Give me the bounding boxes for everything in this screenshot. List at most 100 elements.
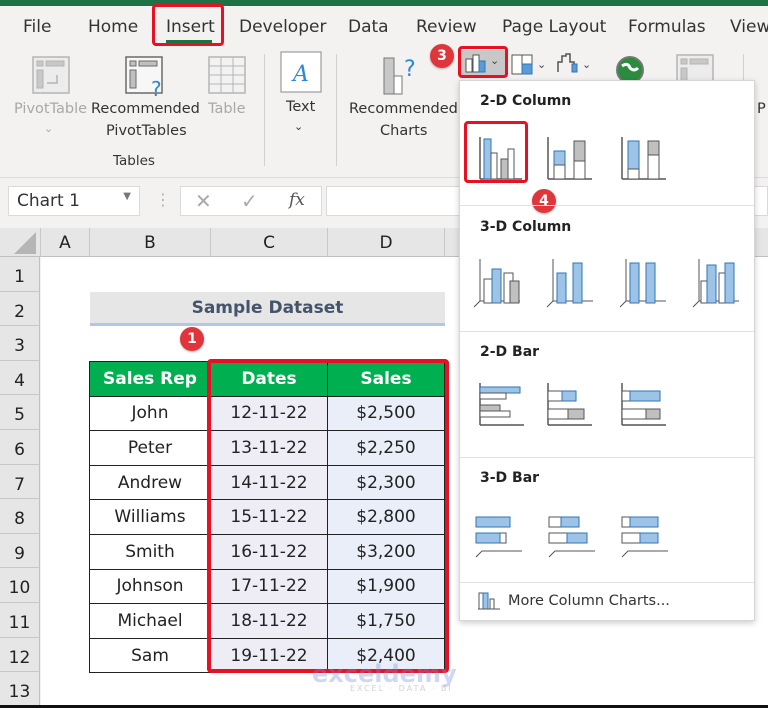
waterfall-chart-icon[interactable]: ⌄ xyxy=(556,52,596,76)
text-chevron-icon[interactable]: ⌄ xyxy=(294,116,303,138)
section-3d-bar: 3-D Bar xyxy=(480,470,540,486)
row-header-3[interactable]: 3 xyxy=(0,326,40,361)
icon-bar xyxy=(621,532,641,544)
recommended-pivottables-label-1[interactable]: Recommended xyxy=(91,98,200,120)
formula-bar-grip-icon[interactable]: ⋮ xyxy=(155,190,171,209)
tab-formulas[interactable]: Formulas xyxy=(628,17,706,37)
pivottable-chevron-icon[interactable]: ⌄ xyxy=(44,118,53,140)
recommended-pivottables-icon[interactable]: ? xyxy=(125,56,167,98)
3d-100-stacked-bar-icon[interactable] xyxy=(621,516,668,558)
icon-bar xyxy=(629,262,640,304)
step-badge-1: 1 xyxy=(180,327,204,351)
100-stacked-column-icon[interactable] xyxy=(620,137,670,183)
name-box-dropdown-icon[interactable]: ▼ xyxy=(123,191,131,202)
table-label[interactable]: Table xyxy=(208,98,246,120)
svg-text:A: A xyxy=(291,62,309,87)
row-header-5[interactable]: 5 xyxy=(0,395,40,430)
column-chart-dropdown: 2-D Column 4 3-D Column 2-D Bar 3-D Bar … xyxy=(459,80,755,621)
icon-bar xyxy=(621,516,631,528)
header-sales-rep[interactable]: Sales Rep xyxy=(89,361,211,397)
100-stacked-bar-icon[interactable] xyxy=(620,381,670,427)
3d-100-stacked-column-icon[interactable] xyxy=(619,259,666,308)
svg-text:?: ? xyxy=(404,57,416,82)
tab-home[interactable]: Home xyxy=(88,17,138,37)
recommended-charts-label-2[interactable]: Charts xyxy=(380,120,427,142)
tab-view[interactable]: View xyxy=(730,17,768,37)
row-header-1[interactable]: 1 xyxy=(0,257,40,292)
clustered-bar-icon[interactable] xyxy=(474,381,524,427)
3d-clustered-bar-icon[interactable] xyxy=(475,516,522,558)
row-header-10[interactable]: 10 xyxy=(0,568,40,603)
cancel-icon[interactable]: ✕ xyxy=(195,189,212,213)
icon-bar xyxy=(475,516,511,528)
name-box-value: Chart 1 xyxy=(17,191,80,211)
tab-developer[interactable]: Developer xyxy=(239,17,326,37)
tab-page-layout[interactable]: Page Layout xyxy=(502,17,606,37)
row-header-12[interactable]: 12 xyxy=(0,637,40,673)
icon-bar xyxy=(491,268,502,304)
pivottable-icon[interactable] xyxy=(32,56,70,94)
cell-sales-rep[interactable]: John xyxy=(89,395,211,432)
row-header-11[interactable]: 11 xyxy=(0,603,40,638)
tab-data[interactable]: Data xyxy=(348,17,389,37)
stacked-bar-icon[interactable] xyxy=(546,381,596,427)
text-icon[interactable]: A xyxy=(280,51,322,93)
cell-sales-rep[interactable]: Smith xyxy=(89,533,211,570)
row-header-2[interactable]: 2 xyxy=(0,291,40,327)
pivottable-label[interactable]: PivotTable xyxy=(14,98,87,120)
highlight-column-chart-button xyxy=(458,46,508,78)
cell-sales-rep[interactable]: Michael xyxy=(89,603,211,639)
row-header-7[interactable]: 7 xyxy=(0,464,40,500)
cell-sales-rep[interactable]: Peter xyxy=(89,430,211,466)
3d-stacked-bar-icon[interactable] xyxy=(548,516,595,558)
divider xyxy=(460,457,754,458)
svg-text:⌄: ⌄ xyxy=(582,58,591,71)
select-all-triangle-icon xyxy=(14,232,36,254)
recommended-pivottables-label-2[interactable]: PivotTables xyxy=(106,120,187,142)
3d-column-icon[interactable] xyxy=(692,259,739,308)
row-header-8[interactable]: 8 xyxy=(0,499,40,534)
partial-ribbon-label: P xyxy=(757,101,766,117)
stacked-column-icon[interactable] xyxy=(546,137,596,183)
cell-sales-rep[interactable]: Sam xyxy=(89,637,211,674)
column-header-c[interactable]: C xyxy=(211,228,328,257)
recommended-charts-icon[interactable]: ? xyxy=(382,54,426,96)
more-column-charts-link[interactable]: More Column Charts... xyxy=(508,593,670,609)
enter-check-icon[interactable]: ✓ xyxy=(241,189,258,213)
row-header-9[interactable]: 9 xyxy=(0,533,40,569)
recommended-charts-label-1[interactable]: Recommended xyxy=(349,98,458,120)
svg-text:?: ? xyxy=(151,77,162,98)
formula-buttons: ✕ ✓ fx xyxy=(180,186,322,216)
icon-bar xyxy=(509,280,520,304)
icon-bar xyxy=(475,532,501,544)
3d-clustered-column-icon[interactable] xyxy=(474,259,520,308)
row-header-4[interactable]: 4 xyxy=(0,360,40,396)
more-column-charts-icon xyxy=(478,592,500,610)
tab-review[interactable]: Review xyxy=(416,17,477,37)
name-box[interactable]: Chart 1 ▼ xyxy=(8,186,140,216)
section-3d-column: 3-D Column xyxy=(480,219,572,235)
cell-sales-rep[interactable]: Johnson xyxy=(89,568,211,605)
tab-file[interactable]: File xyxy=(23,17,51,37)
insert-function-icon[interactable]: fx xyxy=(289,190,305,210)
select-all-corner[interactable] xyxy=(0,228,41,257)
hierarchy-chart-icon[interactable]: ⌄ xyxy=(511,54,549,76)
row-header-6[interactable]: 6 xyxy=(0,430,40,465)
column-header-b[interactable]: B xyxy=(90,228,211,257)
column-header-a[interactable]: A xyxy=(41,228,90,257)
column-header-d[interactable]: D xyxy=(328,228,445,257)
ribbon-tabs: File Home Insert Developer Data Review P… xyxy=(0,6,768,46)
row-header-13[interactable]: 13 xyxy=(0,672,40,707)
cell-sales-rep[interactable]: Williams xyxy=(89,499,211,535)
cell-sales-rep[interactable]: Andrew xyxy=(89,464,211,501)
section-2d-column: 2-D Column xyxy=(480,93,572,109)
highlight-selected-range xyxy=(207,359,449,673)
section-2d-bar: 2-D Bar xyxy=(480,344,540,360)
dataset-title[interactable]: Sample Dataset xyxy=(90,292,445,326)
icon-bar xyxy=(572,262,583,304)
icon-bar xyxy=(645,262,656,304)
text-label[interactable]: Text xyxy=(286,96,315,118)
3d-stacked-column-icon[interactable] xyxy=(546,259,593,308)
3d-bar-icons xyxy=(475,516,668,558)
table-icon[interactable] xyxy=(208,56,246,94)
